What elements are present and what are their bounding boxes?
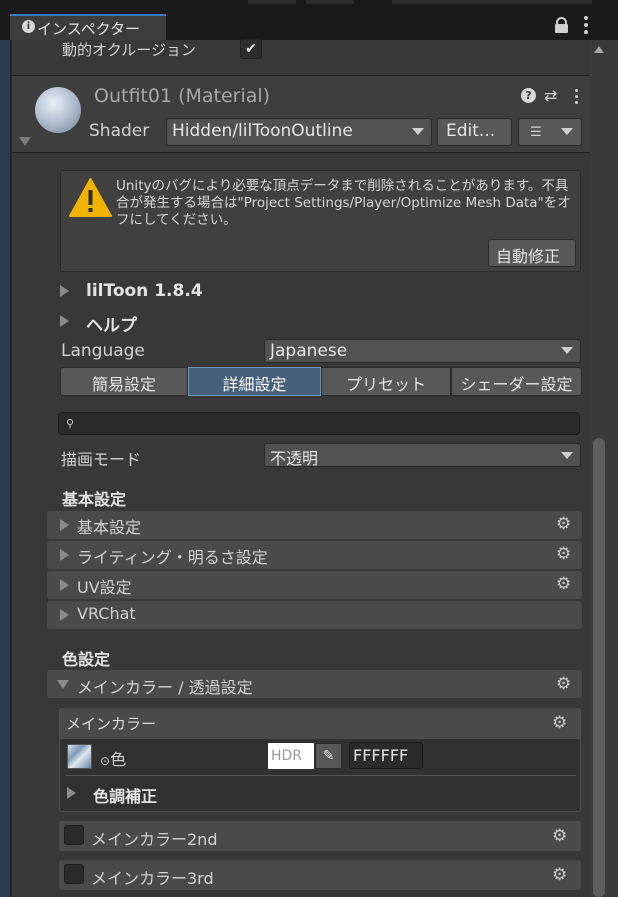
auto-fix-label: 自動修正 bbox=[496, 247, 561, 266]
main-color-3rd-toggle[interactable] bbox=[64, 864, 84, 884]
scrollbar-thumb[interactable] bbox=[593, 438, 605, 897]
gear-icon[interactable]: ⚙ bbox=[556, 544, 571, 564]
scroll-up-icon[interactable] bbox=[594, 46, 604, 53]
shader-value: Hidden/lilToonOutline bbox=[172, 121, 353, 141]
warning-icon bbox=[69, 178, 112, 217]
scene-view-edge bbox=[0, 40, 10, 897]
search-input[interactable] bbox=[58, 412, 580, 435]
mode-tab-label: プリセット bbox=[345, 375, 426, 394]
tab-title: インスペクター bbox=[37, 20, 141, 38]
color-settings-header: 色設定 bbox=[62, 650, 111, 669]
hdr-label: HDR bbox=[271, 748, 303, 764]
material-name: Outfit01 (Material) bbox=[94, 85, 271, 107]
panel-border bbox=[10, 40, 12, 897]
hdr-circle-icon: ⊙ bbox=[100, 754, 111, 768]
divider bbox=[12, 152, 590, 153]
gear-icon[interactable]: ⚙ bbox=[556, 674, 571, 694]
shader-label: Shader bbox=[89, 121, 150, 141]
main-color-3rd-label: メインカラー3rd bbox=[91, 869, 214, 888]
mode-tabs: 簡易設定 詳細設定 プリセット シェーダー設定 bbox=[60, 367, 582, 396]
foldout-label: メインカラー / 透過設定 bbox=[77, 678, 253, 697]
tone-correction-foldout[interactable]: 色調補正 bbox=[93, 783, 157, 807]
mode-tab-label: 簡易設定 bbox=[91, 375, 156, 394]
material-kebab-icon[interactable] bbox=[575, 89, 579, 105]
chevron-down-icon bbox=[561, 128, 573, 135]
divider bbox=[66, 775, 576, 776]
eyedropper-icon[interactable]: ✎ bbox=[315, 743, 342, 769]
hex-value: FFFFFF bbox=[353, 746, 409, 765]
language-label: Language bbox=[61, 341, 145, 361]
help-foldout[interactable]: ヘルプ bbox=[86, 311, 137, 336]
mode-tab-label: シェーダー設定 bbox=[460, 375, 573, 394]
foldout-arrow-icon bbox=[60, 549, 69, 561]
main-color-2nd-label: メインカラー2nd bbox=[91, 830, 218, 849]
preset-icon[interactable]: ⇄ bbox=[544, 86, 557, 105]
toolbar-strip bbox=[306, 0, 354, 4]
lock-body bbox=[555, 24, 568, 33]
foldout-label: VRChat bbox=[77, 604, 136, 623]
material-fold-icon[interactable] bbox=[19, 137, 31, 146]
liltoon-version-foldout[interactable]: lilToon 1.8.4 bbox=[86, 281, 203, 301]
gear-icon[interactable]: ⚙ bbox=[552, 865, 567, 885]
foldout-open-icon bbox=[57, 680, 69, 689]
foldout-label: ライティング・明るさ設定 bbox=[77, 548, 268, 567]
texture-thumbnail[interactable] bbox=[67, 744, 92, 769]
occlusion-label: 動的オクルージョン bbox=[62, 41, 196, 59]
foldout-arrow-icon[interactable] bbox=[67, 787, 76, 799]
main-color-2nd-toggle[interactable] bbox=[64, 825, 84, 845]
chevron-down-icon bbox=[561, 347, 573, 354]
search-icon: ⚲ bbox=[66, 417, 75, 430]
foldout-arrow-icon[interactable] bbox=[60, 285, 69, 297]
chevron-down-icon bbox=[561, 452, 573, 459]
gear-icon[interactable]: ⚙ bbox=[552, 713, 567, 733]
basic-settings-header: 基本設定 bbox=[62, 490, 127, 509]
edit-shader-label: Edit... bbox=[446, 121, 496, 141]
foldout-arrow-icon bbox=[60, 519, 69, 531]
color-label: ⊙色 bbox=[100, 746, 126, 770]
material-preview bbox=[35, 87, 81, 133]
render-mode-value: 不透明 bbox=[270, 449, 319, 468]
mode-tab-label: 詳細設定 bbox=[222, 375, 287, 394]
toolbar-strip bbox=[248, 0, 296, 4]
foldout-label: UV設定 bbox=[77, 578, 132, 597]
warning-text: Unityのバグにより必要な頂点データまで削除されることがあります。不具合が発生… bbox=[116, 178, 571, 228]
toolbar-strip bbox=[392, 0, 592, 4]
color-label-text: 色 bbox=[110, 750, 127, 769]
list-icon: ☰ bbox=[530, 125, 542, 140]
foldout-arrow-icon bbox=[60, 609, 69, 621]
kebab-icon[interactable] bbox=[584, 16, 588, 34]
main-color-box-title: メインカラー bbox=[66, 715, 157, 733]
foldout-arrow-icon bbox=[60, 579, 69, 591]
render-mode-label: 描画モード bbox=[61, 450, 142, 469]
gear-icon[interactable]: ⚙ bbox=[552, 826, 567, 846]
gear-icon[interactable]: ⚙ bbox=[556, 574, 571, 594]
gear-icon[interactable]: ⚙ bbox=[556, 514, 571, 534]
foldout-label: 基本設定 bbox=[77, 518, 142, 537]
occlusion-checkbox[interactable]: ✔ bbox=[240, 39, 262, 59]
foldout-arrow-icon[interactable] bbox=[60, 315, 69, 327]
info-icon: i bbox=[22, 20, 35, 33]
language-value: Japanese bbox=[270, 341, 348, 361]
chevron-down-icon bbox=[412, 128, 424, 135]
help-icon[interactable]: ? bbox=[521, 88, 536, 103]
